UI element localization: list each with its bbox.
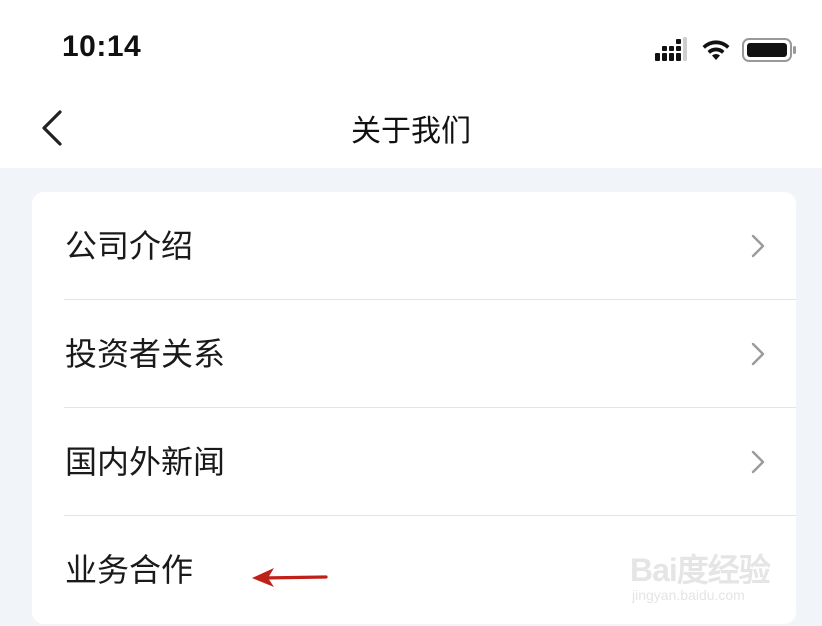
menu-item-label: 投资者关系 (65, 335, 226, 373)
chevron-right-icon (751, 234, 765, 258)
battery-icon (742, 38, 796, 62)
chevron-right-icon (751, 342, 765, 366)
chevron-right-icon (751, 450, 765, 474)
header-area: 10:14 关于我们 (0, 0, 822, 168)
status-time: 10:14 (62, 30, 142, 63)
menu-item-label: 公司介绍 (65, 227, 194, 265)
menu-item-news[interactable]: 国内外新闻 (32, 408, 796, 516)
menu-item-label: 业务合作 (65, 551, 194, 589)
watermark-logo: Bai度经验 (630, 552, 771, 588)
page-title: 关于我们 (351, 114, 471, 149)
menu-item-label: 国内外新闻 (65, 443, 226, 481)
baidu-jingyan-watermark: Bai度经验 jingyan.baidu.com (630, 535, 790, 615)
menu-item-company-intro[interactable]: 公司介绍 (32, 192, 796, 300)
cellular-signal-icon (655, 37, 687, 61)
menu-item-investor-relations[interactable]: 投资者关系 (32, 300, 796, 408)
watermark-url: jingyan.baidu.com (632, 587, 745, 603)
wifi-icon (702, 40, 730, 60)
annotation-arrow-icon (252, 568, 328, 587)
status-icons (655, 37, 796, 62)
